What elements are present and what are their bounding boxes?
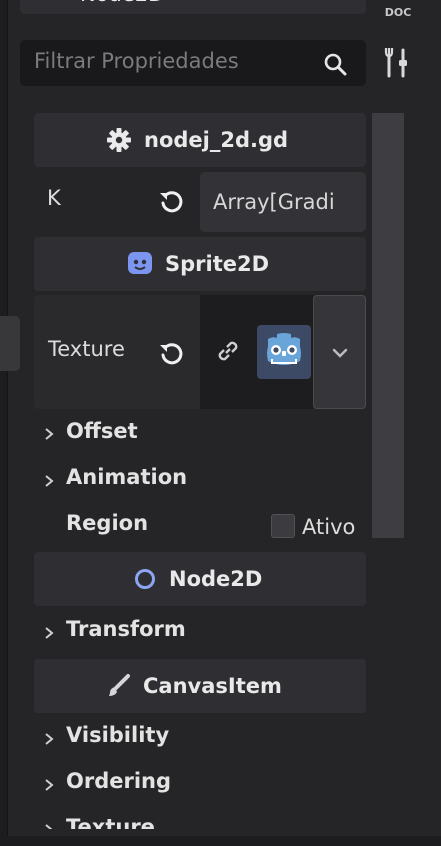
node2d-circle-icon <box>134 568 156 594</box>
section-offset[interactable]: Offset <box>66 419 138 443</box>
script-header: nodej_2d.gd <box>34 113 366 167</box>
left-dock-edge <box>0 0 8 846</box>
gear-icon <box>106 127 132 157</box>
tools-icon[interactable] <box>383 46 411 84</box>
chevron-right-icon <box>43 625 55 645</box>
section-ordering[interactable]: Ordering <box>66 769 171 793</box>
section-texture-clipped[interactable]: Texture <box>30 815 370 829</box>
chevron-right-icon <box>43 777 55 797</box>
section-transform[interactable]: Transform <box>66 617 186 641</box>
region-enabled-label: Ativo <box>302 515 356 539</box>
filter-properties-input[interactable]: Filtrar Propriedades <box>20 40 366 86</box>
bottom-dock-edge <box>0 836 441 846</box>
chevron-down-icon <box>330 345 350 365</box>
inspector-scrollbar[interactable] <box>372 113 404 538</box>
texture-resource-field[interactable] <box>200 295 313 409</box>
doc-label: DOC <box>385 6 412 19</box>
chevron-right-icon <box>43 473 55 493</box>
canvasitem-label: CanvasItem <box>143 674 282 698</box>
texture-dropdown-button[interactable] <box>313 295 366 409</box>
node-type-label: Node2D <box>80 0 164 6</box>
left-dock-tab[interactable] <box>0 316 20 371</box>
search-icon <box>323 52 347 80</box>
node-type-select[interactable]: Node2D <box>20 0 366 14</box>
chevron-right-icon <box>43 426 55 446</box>
canvasitem-header: CanvasItem <box>34 659 366 713</box>
chevron-right-icon <box>43 822 55 829</box>
revert-icon[interactable] <box>157 339 185 371</box>
section-region: Region <box>66 511 149 535</box>
section-animation[interactable]: Animation <box>66 465 187 489</box>
link-icon[interactable] <box>214 337 242 369</box>
filter-placeholder: Filtrar Propriedades <box>34 49 239 73</box>
region-enabled-checkbox[interactable] <box>271 514 295 538</box>
texture-property-label: Texture <box>48 337 125 361</box>
doc-button[interactable]: DOC <box>380 0 416 20</box>
node2d-label: Node2D <box>169 567 263 591</box>
k-array-field[interactable]: Array[Gradi <box>200 172 366 232</box>
section-visibility[interactable]: Visibility <box>66 723 169 747</box>
sprite2d-header: Sprite2D <box>34 237 366 291</box>
revert-icon[interactable] <box>157 187 185 219</box>
chevron-right-icon <box>43 731 55 751</box>
sprite-icon <box>34 0 58 8</box>
k-property-label: K <box>47 186 61 210</box>
section-texture: Texture <box>66 815 155 829</box>
brush-icon <box>106 673 132 703</box>
godot-icon <box>257 325 311 379</box>
script-name: nodej_2d.gd <box>144 128 289 152</box>
k-array-value: Array[Gradi <box>213 190 335 214</box>
sprite2d-label: Sprite2D <box>165 252 270 276</box>
sprite-icon <box>127 251 153 281</box>
node2d-header: Node2D <box>34 552 366 606</box>
chevron-down-icon <box>345 0 369 4</box>
